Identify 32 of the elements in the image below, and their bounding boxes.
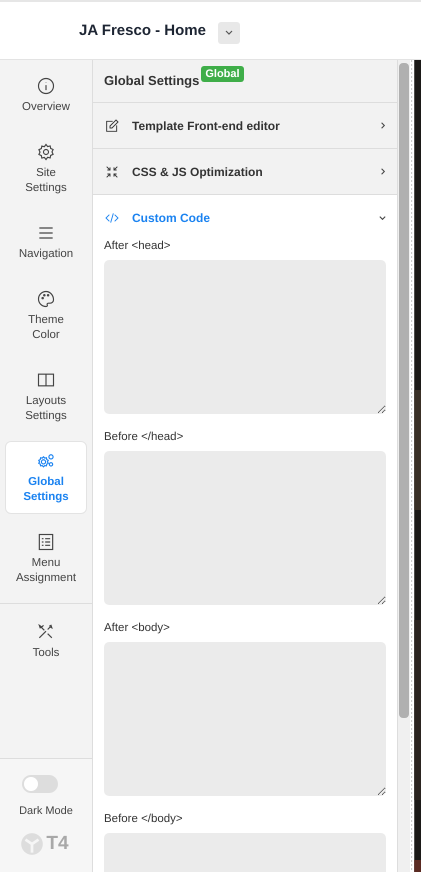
toggle-label: Dark Mode: [19, 805, 73, 817]
logo: T4: [19, 831, 69, 857]
accordion-header[interactable]: Template Front-end editor: [93, 103, 397, 148]
palette-icon: [36, 289, 56, 309]
field-label: After <head>: [104, 240, 172, 252]
sidebar-item[interactable]: Theme Color: [5, 279, 87, 352]
scope-badge: Global: [201, 66, 244, 82]
info-icon: [36, 76, 56, 96]
accordion-header[interactable]: CSS & JS Optimization: [93, 148, 397, 194]
checklist-icon: [36, 532, 56, 552]
code-input-field[interactable]: [104, 260, 386, 414]
page-title: JA Fresco - Home: [79, 22, 206, 39]
compress-icon: [104, 164, 120, 180]
toggle-switch[interactable]: [22, 775, 58, 793]
code-input-field[interactable]: [104, 451, 386, 605]
sidebar-item[interactable]: Tools: [5, 612, 87, 670]
edit-icon: [104, 118, 120, 134]
sidebar-item[interactable]: Overview: [5, 66, 87, 124]
chevron-down-icon: [224, 30, 234, 36]
panel-title: Global Settings: [104, 73, 200, 88]
scrollbar[interactable]: [398, 60, 410, 872]
field-label: Before </body>: [104, 813, 184, 825]
code-input-field[interactable]: [104, 642, 386, 796]
gear-icon: [36, 142, 56, 162]
field-label: After <body>: [104, 622, 171, 634]
sidebar-item[interactable]: Layouts Settings: [5, 360, 87, 433]
sidebar-item[interactable]: Global Settings: [5, 441, 87, 514]
sidebar-item[interactable]: Menu Assignment: [5, 522, 87, 595]
sidebar-item[interactable]: Site Settings: [5, 132, 87, 205]
dropdown-button[interactable]: [218, 22, 240, 44]
sidebar-item[interactable]: Navigation: [5, 213, 87, 271]
field-label: Before </head>: [104, 431, 184, 443]
